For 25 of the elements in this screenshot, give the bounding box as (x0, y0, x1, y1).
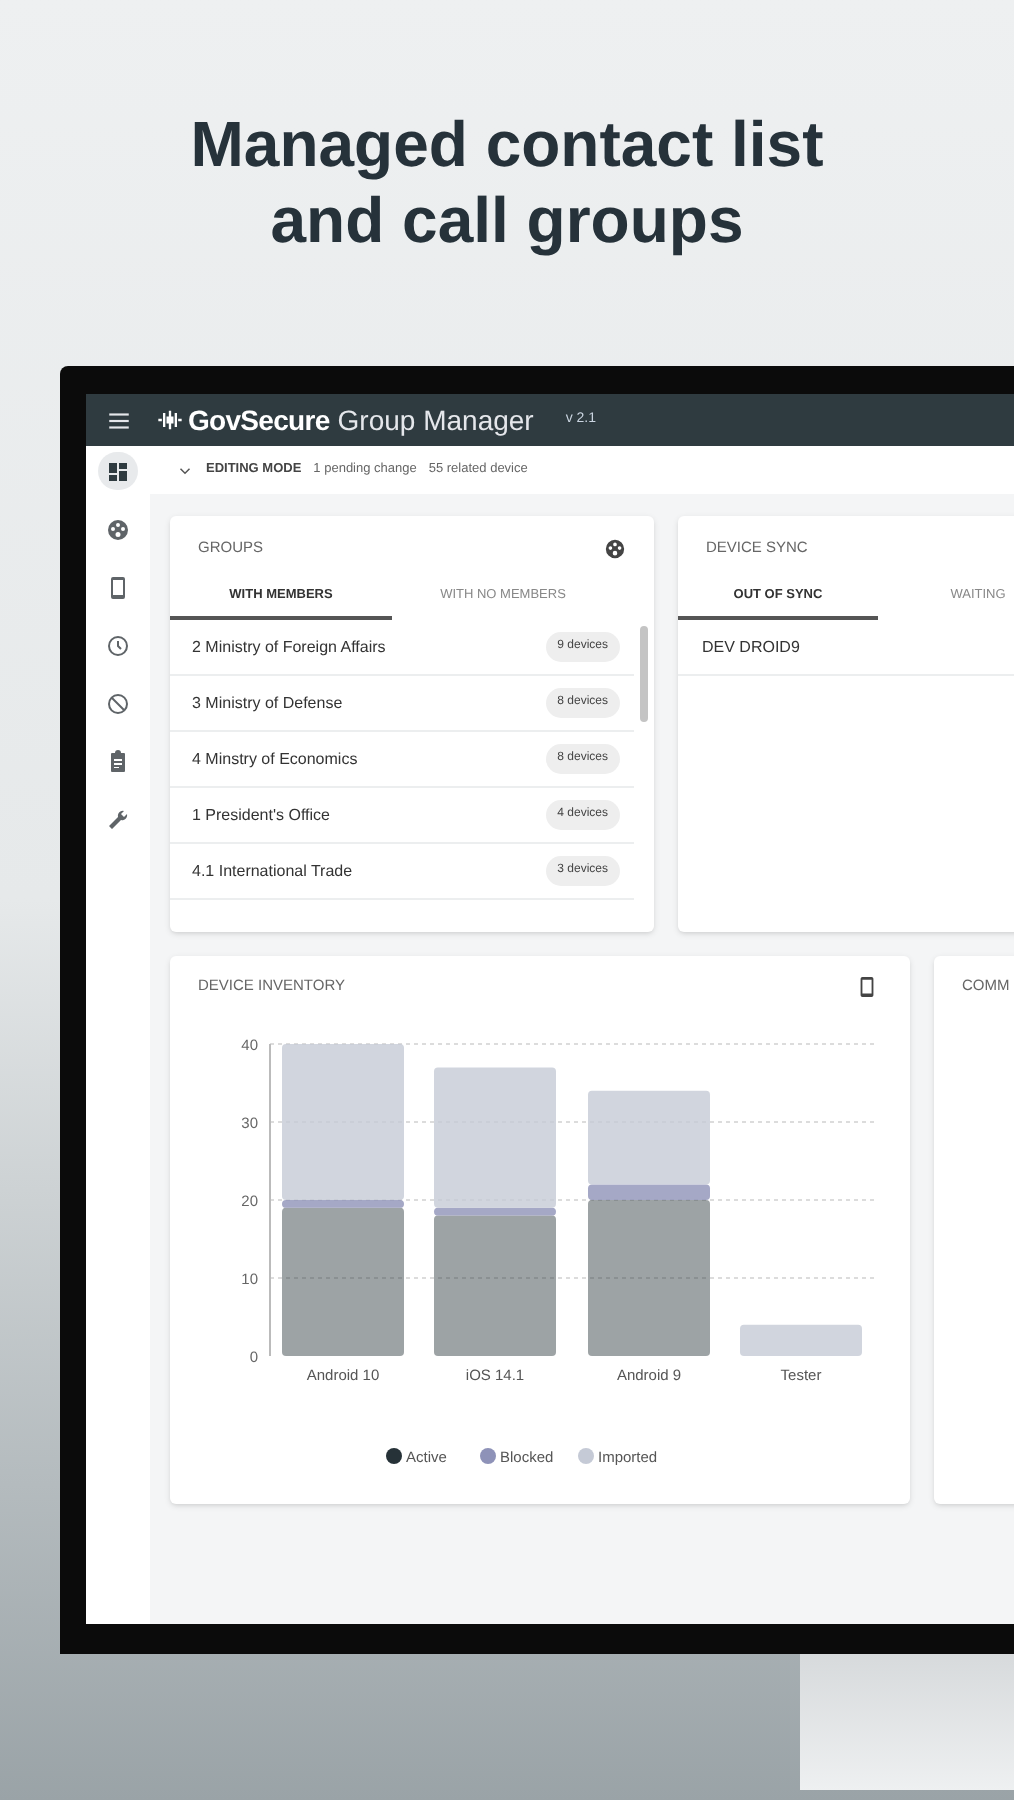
palette-icon[interactable] (604, 537, 626, 559)
palette-icon (106, 517, 130, 541)
logo-icon (156, 406, 184, 434)
headline: Managed contact list (190, 106, 824, 182)
bar (740, 1324, 862, 1356)
group-name: 2 Ministry of Foreign Affairs (192, 635, 386, 659)
clipboard-icon (106, 749, 130, 773)
sidebar-button[interactable] (98, 452, 138, 490)
sync-row[interactable]: DEV DROID9 (678, 620, 1014, 676)
clock-icon (106, 633, 130, 657)
group-name: 1 President's Office (192, 803, 330, 827)
group-name: 3 Ministry of Defense (192, 691, 343, 715)
headline: and call groups (270, 182, 744, 258)
block-icon (106, 691, 130, 715)
group-name: 4.1 International Trade (192, 859, 353, 883)
group-name: 4 Minstry of Economics (192, 747, 358, 771)
wrench-icon (106, 807, 130, 831)
dashboard-icon (106, 459, 130, 483)
app-title: Group Manager (337, 401, 534, 440)
phone-icon (106, 575, 130, 599)
scrollbar[interactable] (640, 626, 648, 722)
device-name: DEV DROID9 (702, 635, 800, 659)
menu-icon[interactable] (106, 407, 132, 433)
app-brand: GovSecure (188, 401, 330, 439)
phone-icon[interactable] (856, 975, 878, 997)
